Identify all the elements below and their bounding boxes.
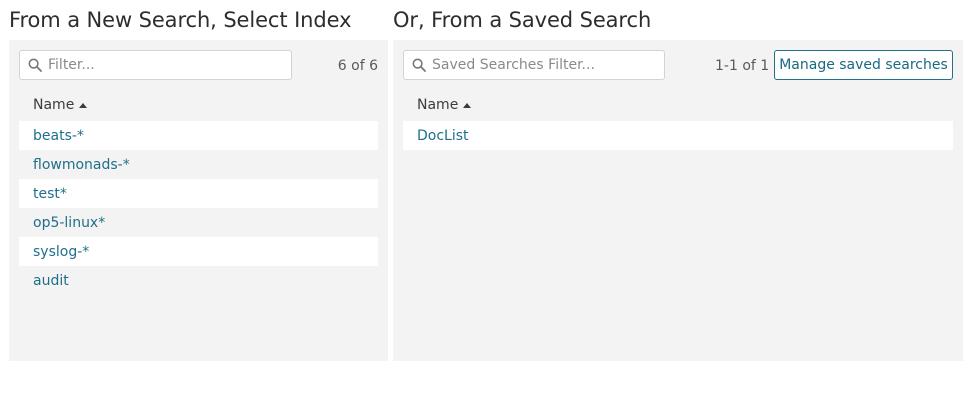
- search-icon: [28, 58, 42, 72]
- saved-search-count: 1-1 of 1: [715, 58, 770, 74]
- index-pattern-section: From a New Search, Select Index Filter..…: [9, 0, 388, 361]
- index-pattern-row[interactable]: test*: [19, 179, 378, 208]
- index-name-column-header[interactable]: Name: [33, 97, 88, 113]
- sort-ascending-icon: [79, 102, 88, 108]
- index-pattern-link[interactable]: syslog-*: [33, 244, 89, 260]
- index-pattern-list: beats-* flowmonads-* test* op5-linux* sy…: [19, 121, 378, 295]
- saved-search-name-header-label: Name: [417, 97, 459, 113]
- index-count: 6 of 6: [337, 58, 378, 74]
- index-pattern-link[interactable]: flowmonads-*: [33, 157, 130, 173]
- index-name-header-label: Name: [33, 97, 75, 113]
- saved-search-filter-input[interactable]: Saved Searches Filter...: [403, 50, 665, 80]
- saved-search-filter-placeholder: Saved Searches Filter...: [432, 57, 595, 73]
- saved-search-panel: Saved Searches Filter... 1-1 of 1 Manage…: [393, 40, 963, 361]
- saved-search-name-column-header[interactable]: Name: [417, 97, 472, 113]
- index-pattern-panel: Filter... 6 of 6 Name beats-* flowmonads…: [9, 40, 388, 361]
- index-filter-placeholder: Filter...: [48, 57, 95, 73]
- saved-search-section-title: Or, From a Saved Search: [393, 8, 652, 32]
- search-icon: [412, 58, 426, 72]
- saved-search-row[interactable]: DocList: [403, 121, 953, 150]
- index-filter-input[interactable]: Filter...: [19, 50, 292, 80]
- manage-saved-searches-button[interactable]: Manage saved searches: [774, 50, 953, 80]
- index-pattern-row[interactable]: flowmonads-*: [19, 150, 378, 179]
- index-pattern-link[interactable]: test*: [33, 186, 67, 202]
- index-pattern-link[interactable]: audit: [33, 273, 69, 289]
- index-pattern-row[interactable]: audit: [19, 266, 378, 295]
- saved-search-link[interactable]: DocList: [417, 128, 469, 144]
- index-pattern-link[interactable]: beats-*: [33, 128, 84, 144]
- index-section-title: From a New Search, Select Index: [9, 8, 352, 32]
- index-pattern-row[interactable]: beats-*: [19, 121, 378, 150]
- sort-ascending-icon: [463, 102, 472, 108]
- saved-search-list: DocList: [403, 121, 953, 150]
- saved-search-section: Or, From a Saved Search Saved Searches F…: [393, 0, 963, 361]
- index-pattern-row[interactable]: syslog-*: [19, 237, 378, 266]
- index-pattern-link[interactable]: op5-linux*: [33, 215, 105, 231]
- open-search-dialog: From a New Search, Select Index Filter..…: [0, 0, 972, 406]
- index-pattern-row[interactable]: op5-linux*: [19, 208, 378, 237]
